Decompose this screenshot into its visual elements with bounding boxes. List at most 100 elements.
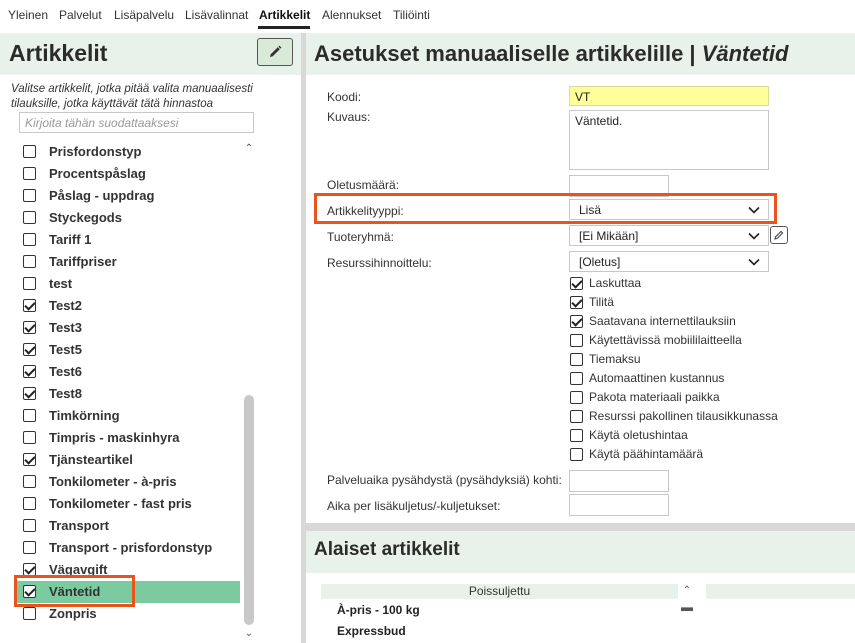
article-item[interactable]: Zonpris bbox=[14, 603, 240, 625]
tuoteryhma-value: [Ei Mikään] bbox=[579, 229, 639, 243]
article-label: Tariffpriser bbox=[49, 254, 117, 269]
koodi-field[interactable]: VT bbox=[569, 86, 769, 106]
article-item[interactable]: Timkörning bbox=[14, 405, 240, 427]
resurssi-select[interactable]: [Oletus] bbox=[569, 251, 769, 272]
chevron-down-icon bbox=[748, 206, 760, 214]
tab-artikkelit[interactable]: Artikkelit bbox=[259, 8, 310, 22]
article-checkbox[interactable] bbox=[23, 585, 36, 598]
article-checkbox[interactable] bbox=[23, 607, 36, 620]
option-checkbox[interactable] bbox=[570, 315, 583, 328]
article-checkbox[interactable] bbox=[23, 497, 36, 510]
article-item[interactable]: Transport bbox=[14, 515, 240, 537]
article-item[interactable]: Tonkilometer - à-pris bbox=[14, 471, 240, 493]
tab-yleinen[interactable]: Yleinen bbox=[8, 8, 48, 22]
article-checkbox[interactable] bbox=[23, 431, 36, 444]
article-checkbox[interactable] bbox=[23, 563, 36, 576]
article-item[interactable]: Test6 bbox=[14, 361, 240, 383]
article-item[interactable]: Test2 bbox=[14, 295, 240, 317]
artikkelityyppi-select[interactable]: Lisä bbox=[569, 199, 769, 220]
article-item[interactable]: test bbox=[14, 273, 240, 295]
article-checkbox[interactable] bbox=[23, 321, 36, 334]
articles-panel: Artikkelit Valitse artikkelit, jotka pit… bbox=[0, 33, 301, 643]
article-checkbox[interactable] bbox=[23, 387, 36, 400]
articles-hint: Valitse artikkelit, jotka pitää valita m… bbox=[11, 83, 253, 110]
option-label: Käytä oletushintaa bbox=[589, 428, 688, 442]
article-item[interactable]: Transport - prisfordonstyp bbox=[14, 537, 240, 559]
palveluaika-field[interactable] bbox=[569, 470, 669, 492]
article-checkbox[interactable] bbox=[23, 145, 36, 158]
settings-title: Asetukset manuaaliselle artikkelille | V… bbox=[314, 41, 788, 67]
article-checkbox[interactable] bbox=[23, 343, 36, 356]
article-label: Timpris - maskinhyra bbox=[49, 430, 180, 445]
settings-title-prefix: Asetukset manuaaliselle artikkelille | bbox=[314, 41, 702, 66]
artikkelityyppi-value: Lisä bbox=[579, 203, 602, 217]
pencil-icon bbox=[270, 45, 282, 57]
option-checkbox[interactable] bbox=[570, 277, 583, 290]
edit-tuoteryhma-button[interactable] bbox=[770, 226, 788, 244]
option-checkbox[interactable] bbox=[570, 353, 583, 366]
koodi-label: Koodi: bbox=[327, 90, 362, 104]
sub-scroll-up-icon[interactable]: ⌃ bbox=[679, 585, 695, 596]
filter-input[interactable] bbox=[19, 112, 254, 133]
tab-alennukset[interactable]: Alennukset bbox=[322, 8, 381, 22]
article-checkbox[interactable] bbox=[23, 453, 36, 466]
article-checkbox[interactable] bbox=[23, 409, 36, 422]
article-checkbox[interactable] bbox=[23, 189, 36, 202]
edit-articles-button[interactable] bbox=[257, 38, 293, 66]
sub-scroll-thumb[interactable]: ▬ bbox=[679, 600, 695, 614]
option-checkbox[interactable] bbox=[570, 410, 583, 423]
article-item[interactable]: Styckegods bbox=[14, 207, 240, 229]
article-item[interactable]: Tariffpriser bbox=[14, 251, 240, 273]
article-checkbox[interactable] bbox=[23, 475, 36, 488]
article-item[interactable]: Test8 bbox=[14, 383, 240, 405]
article-checkbox[interactable] bbox=[23, 167, 36, 180]
option-checkbox[interactable] bbox=[570, 372, 583, 385]
tab-lisapalvelu[interactable]: Lisäpalvelu bbox=[114, 8, 174, 22]
article-checkbox[interactable] bbox=[23, 541, 36, 554]
article-checkbox[interactable] bbox=[23, 519, 36, 532]
kuvaus-field[interactable]: Väntetid. bbox=[569, 110, 769, 170]
tab-lisavalinnat[interactable]: Lisävalinnat bbox=[185, 8, 248, 22]
option-checkbox[interactable] bbox=[570, 429, 583, 442]
articles-title: Artikkelit bbox=[9, 40, 108, 66]
tab-palvelut[interactable]: Palvelut bbox=[59, 8, 102, 22]
article-item[interactable]: Prisfordonstyp bbox=[14, 141, 240, 163]
article-item[interactable]: Påslag - uppdrag bbox=[14, 185, 240, 207]
aika-field[interactable] bbox=[569, 494, 669, 516]
article-label: Styckegods bbox=[49, 210, 122, 225]
oletusmaara-field[interactable] bbox=[569, 175, 669, 197]
scroll-up-icon[interactable]: ⌃ bbox=[243, 143, 255, 155]
article-label: Transport - prisfordonstyp bbox=[49, 540, 213, 555]
option-checkbox[interactable] bbox=[570, 334, 583, 347]
article-checkbox[interactable] bbox=[23, 233, 36, 246]
option-checkbox[interactable] bbox=[570, 448, 583, 461]
article-label: Transport bbox=[49, 518, 109, 533]
article-checkbox[interactable] bbox=[23, 277, 36, 290]
sub-article-row[interactable]: À-pris - 100 kg bbox=[337, 603, 420, 617]
scroll-down-icon[interactable]: ⌄ bbox=[243, 628, 255, 640]
tab-tilointi[interactable]: Tiliöinti bbox=[393, 8, 430, 22]
secondary-column-header bbox=[706, 584, 855, 599]
article-item[interactable]: Vägavgift bbox=[14, 559, 240, 581]
article-item[interactable]: Test5 bbox=[14, 339, 240, 361]
poissuljettu-column-header[interactable]: Poissuljettu bbox=[321, 584, 678, 599]
sub-article-row[interactable]: Expressbud bbox=[337, 624, 406, 638]
article-checkbox[interactable] bbox=[23, 255, 36, 268]
article-item[interactable]: Tariff 1 bbox=[14, 229, 240, 251]
article-item[interactable]: Tonkilometer - fast pris bbox=[14, 493, 240, 515]
article-checkbox[interactable] bbox=[23, 299, 36, 312]
option-checkbox[interactable] bbox=[570, 391, 583, 404]
article-checkbox[interactable] bbox=[23, 365, 36, 378]
option-label: Pakota materiaali paikka bbox=[589, 390, 720, 404]
article-label: Test3 bbox=[49, 320, 82, 335]
article-label: Tonkilometer - à-pris bbox=[49, 474, 177, 489]
option-checkbox[interactable] bbox=[570, 296, 583, 309]
tuoteryhma-select[interactable]: [Ei Mikään] bbox=[569, 225, 769, 246]
list-scrollbar[interactable] bbox=[244, 395, 254, 625]
article-item[interactable]: Tjänsteartikel bbox=[14, 449, 240, 471]
article-item[interactable]: Procentspåslag bbox=[14, 163, 240, 185]
article-item[interactable]: Test3 bbox=[14, 317, 240, 339]
article-item[interactable]: Väntetid bbox=[14, 581, 240, 603]
article-item[interactable]: Timpris - maskinhyra bbox=[14, 427, 240, 449]
article-checkbox[interactable] bbox=[23, 211, 36, 224]
